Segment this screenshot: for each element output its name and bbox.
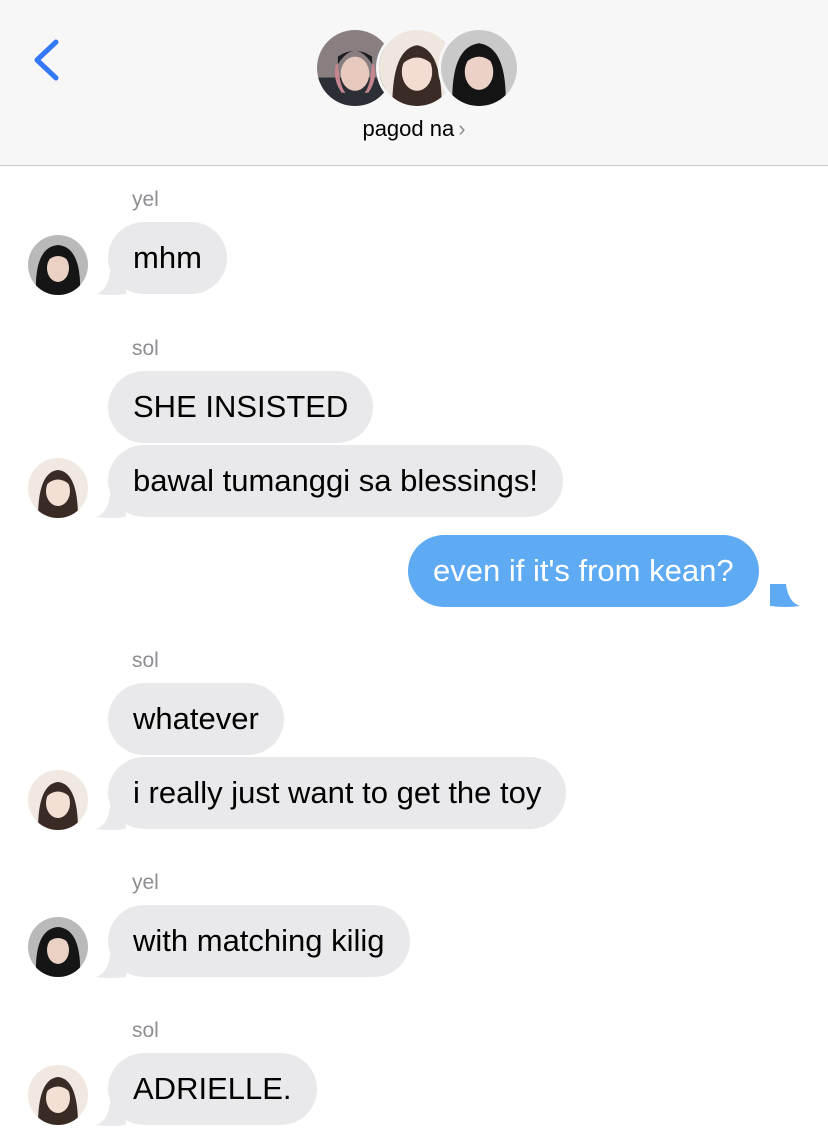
avatar-yel[interactable] — [28, 235, 88, 295]
group-name[interactable]: pagod na › — [0, 116, 828, 142]
conversation-header: pagod na › — [0, 0, 828, 166]
bubble-tail — [96, 1103, 126, 1126]
message-bubble[interactable]: SHE INSISTED — [108, 371, 374, 443]
group-name-label: pagod na — [362, 116, 455, 141]
avatar-sol[interactable] — [28, 458, 88, 518]
sender-label: yel — [132, 871, 159, 894]
avatar-sol[interactable] — [28, 770, 88, 830]
bubble-tail — [96, 272, 126, 295]
message-bubble[interactable]: i really just want to get the toy — [108, 757, 567, 829]
bubble-tail — [96, 495, 126, 518]
chevron-left-icon — [34, 39, 59, 81]
bubble-tail — [96, 955, 126, 978]
avatar-sol[interactable] — [28, 1065, 88, 1125]
sender-label: sol — [132, 649, 159, 672]
member-avatar-3 — [438, 27, 520, 109]
sender-label: sol — [132, 1019, 159, 1042]
message-bubble[interactable]: whatever — [108, 683, 284, 755]
group-avatars[interactable] — [314, 27, 520, 109]
message-bubble[interactable]: with matching kilig — [108, 905, 410, 977]
bubble-tail — [770, 584, 800, 607]
sender-label: sol — [132, 337, 159, 360]
back-button[interactable] — [28, 36, 68, 84]
message-bubble[interactable]: bawal tumanggi sa blessings! — [108, 445, 563, 517]
outgoing-message-bubble[interactable]: even if it's from kean? — [408, 535, 759, 607]
message-bubble[interactable]: ADRIELLE. — [108, 1053, 317, 1125]
chevron-right-icon: › — [458, 116, 466, 141]
sender-label: yel — [132, 188, 159, 211]
avatar-yel[interactable] — [28, 917, 88, 977]
bubble-tail — [96, 807, 126, 830]
